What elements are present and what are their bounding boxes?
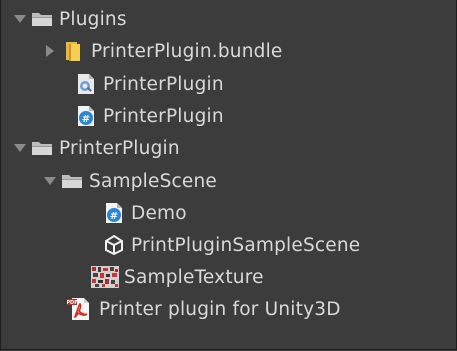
- folder-icon: [31, 8, 53, 30]
- tree-item-printpluginsamplescene[interactable]: PrintPluginSampleScene: [1, 229, 456, 261]
- svg-text:PDF: PDF: [67, 300, 78, 306]
- tree-item-label: SampleTexture: [124, 266, 264, 288]
- unity-scene-icon: [103, 234, 125, 256]
- tree-item-samplescene-folder[interactable]: SampleScene: [1, 165, 456, 197]
- tree-item-label: PrinterPlugin: [103, 105, 224, 127]
- tree-item-printerplugin-folder[interactable]: PrinterPlugin: [1, 132, 456, 164]
- tree-item-label: Demo: [131, 202, 187, 224]
- tree-item-label: PrinterPlugin.bundle: [91, 40, 283, 62]
- tree-item-sampletexture[interactable]: SampleTexture: [1, 261, 456, 293]
- csharp-script-icon: #: [75, 105, 97, 127]
- tree-item-printerplugin-script[interactable]: # PrinterPlugin: [1, 100, 456, 132]
- tree-item-label: SampleScene: [89, 170, 217, 192]
- tree-item-plugins[interactable]: Plugins: [1, 3, 456, 35]
- bundle-folder-icon: [63, 40, 85, 62]
- tree-item-demo[interactable]: # Demo: [1, 197, 456, 229]
- expanded-arrow-icon[interactable]: [43, 174, 57, 188]
- expanded-arrow-icon[interactable]: [13, 12, 27, 26]
- native-plugin-icon: [75, 73, 97, 95]
- tree-item-label: PrintPluginSampleScene: [131, 234, 361, 256]
- tree-item-pdf-doc[interactable]: PDF Printer plugin for Unity3D: [1, 293, 456, 325]
- folder-icon: [61, 170, 83, 192]
- tree-item-printerplugin-bundle[interactable]: PrinterPlugin.bundle: [1, 35, 456, 67]
- svg-text:#: #: [110, 211, 118, 222]
- csharp-script-icon: #: [103, 202, 125, 224]
- tree-item-label: PrinterPlugin: [59, 137, 180, 159]
- tree-item-label: PrinterPlugin: [103, 73, 224, 95]
- tree-item-label: Printer plugin for Unity3D: [99, 298, 341, 320]
- project-tree-panel: Plugins PrinterPlugin.bundle PrinterPlug…: [0, 0, 457, 350]
- svg-text:#: #: [82, 114, 90, 125]
- folder-icon: [31, 137, 53, 159]
- tree-item-label: Plugins: [59, 8, 127, 30]
- tree-item-printerplugin-native[interactable]: PrinterPlugin: [1, 68, 456, 100]
- expanded-arrow-icon[interactable]: [13, 141, 27, 155]
- collapsed-arrow-icon[interactable]: [43, 44, 57, 58]
- texture-icon: [91, 265, 121, 289]
- pdf-icon: PDF: [67, 296, 93, 322]
